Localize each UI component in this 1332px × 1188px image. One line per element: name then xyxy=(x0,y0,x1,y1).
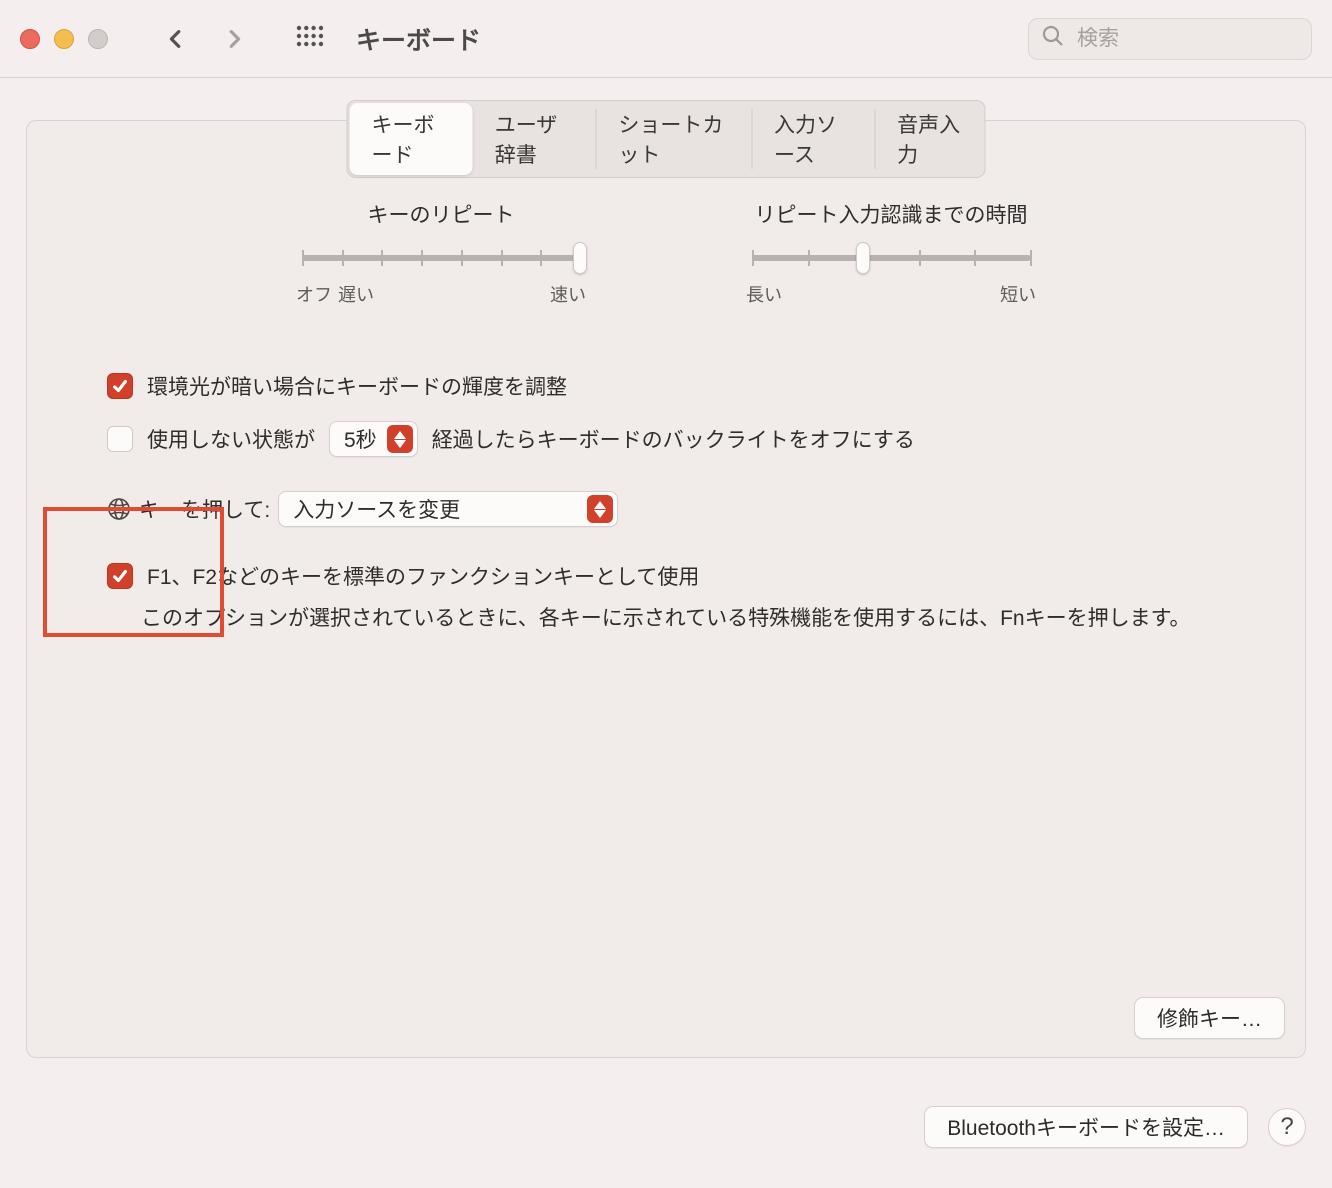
annotation-highlight xyxy=(43,507,224,637)
stepper-arrows-icon xyxy=(587,495,613,523)
backlight-off-prefix: 使用しない状態が xyxy=(147,424,315,454)
show-all-prefs-button[interactable] xyxy=(290,19,330,59)
tab-bar: キーボード ユーザ辞書 ショートカット 入力ソース 音声入力 xyxy=(347,100,986,178)
repeat-delay-short-label: 短い xyxy=(1000,281,1036,307)
key-repeat-fast-label: 速い xyxy=(550,281,586,307)
key-repeat-slider[interactable] xyxy=(302,255,580,261)
nav-buttons xyxy=(156,19,254,59)
search-icon xyxy=(1041,24,1065,54)
stepper-arrows-icon xyxy=(387,425,413,453)
backlight-off-suffix: 経過したらキーボードのバックライトをオフにする xyxy=(432,424,915,454)
key-repeat-title: キーのリピート xyxy=(296,199,586,229)
fn-keys-description: このオプションが選択されているときに、各キーに示されている特殊機能を使用するには… xyxy=(107,601,1225,637)
modifier-keys-button[interactable]: 修飾キー… xyxy=(1134,997,1285,1039)
ambient-light-checkbox[interactable] xyxy=(107,373,133,399)
backlight-off-duration-value: 5秒 xyxy=(344,424,377,454)
fn-keys-row: F1、F2などのキーを標準のファンクションキーとして使用 xyxy=(107,551,1225,601)
bluetooth-keyboard-button[interactable]: Bluetoothキーボードを設定… xyxy=(924,1106,1248,1148)
slider-thumb[interactable] xyxy=(573,242,587,274)
minimize-window-button[interactable] xyxy=(54,29,74,49)
key-repeat-off-label: オフ xyxy=(296,281,332,307)
preferences-panel: キーボード ユーザ辞書 ショートカット 入力ソース 音声入力 キーのリピート オ… xyxy=(26,120,1306,1058)
slider-thumb[interactable] xyxy=(856,242,870,274)
slider-area: キーのリピート オフ 遅い 速い リピート入力認識までの時間 長い 短い xyxy=(27,199,1305,307)
repeat-delay-slider[interactable] xyxy=(752,255,1030,261)
tab-shortcuts[interactable]: ショートカット xyxy=(596,103,751,175)
options-form: 環境光が暗い場合にキーボードの輝度を調整 使用しない状態が 5秒 経過したらキー… xyxy=(107,361,1225,637)
backlight-off-checkbox[interactable] xyxy=(107,426,133,452)
globe-key-action-select[interactable]: 入力ソースを変更 xyxy=(278,491,618,527)
key-repeat-slow-label: 遅い xyxy=(338,281,374,307)
grid-icon xyxy=(296,25,324,53)
tab-keyboard[interactable]: キーボード xyxy=(350,103,473,175)
window-controls xyxy=(20,29,108,49)
close-window-button[interactable] xyxy=(20,29,40,49)
search-field[interactable] xyxy=(1028,18,1312,60)
backlight-off-duration-select[interactable]: 5秒 xyxy=(329,421,418,457)
ambient-light-label: 環境光が暗い場合にキーボードの輝度を調整 xyxy=(147,371,567,401)
window-title: キーボード xyxy=(356,21,481,57)
key-repeat-block: キーのリピート オフ 遅い 速い xyxy=(296,199,586,307)
back-button[interactable] xyxy=(156,19,196,59)
fn-keys-label: F1、F2などのキーを標準のファンクションキーとして使用 xyxy=(147,561,699,591)
tab-dictation[interactable]: 音声入力 xyxy=(875,103,982,175)
search-input[interactable] xyxy=(1075,26,1332,52)
repeat-delay-title: リピート入力認識までの時間 xyxy=(746,199,1036,229)
window-footer: Bluetoothキーボードを設定… ? xyxy=(924,1106,1306,1148)
titlebar: キーボード xyxy=(0,0,1332,78)
repeat-delay-long-label: 長い xyxy=(746,281,782,307)
maximize-window-button[interactable] xyxy=(88,29,108,49)
globe-key-row: キーを押して: 入力ソースを変更 xyxy=(107,481,1225,537)
repeat-delay-block: リピート入力認識までの時間 長い 短い xyxy=(746,199,1036,307)
panel-footer: 修飾キー… xyxy=(1134,997,1285,1039)
help-button[interactable]: ? xyxy=(1268,1108,1306,1146)
forward-button[interactable] xyxy=(214,19,254,59)
tab-user-dictionary[interactable]: ユーザ辞書 xyxy=(473,103,596,175)
tab-input-sources[interactable]: 入力ソース xyxy=(752,103,874,175)
globe-key-action-value: 入力ソースを変更 xyxy=(293,494,460,524)
backlight-off-row: 使用しない状態が 5秒 経過したらキーボードのバックライトをオフにする xyxy=(107,411,1225,467)
ambient-light-row: 環境光が暗い場合にキーボードの輝度を調整 xyxy=(107,361,1225,411)
